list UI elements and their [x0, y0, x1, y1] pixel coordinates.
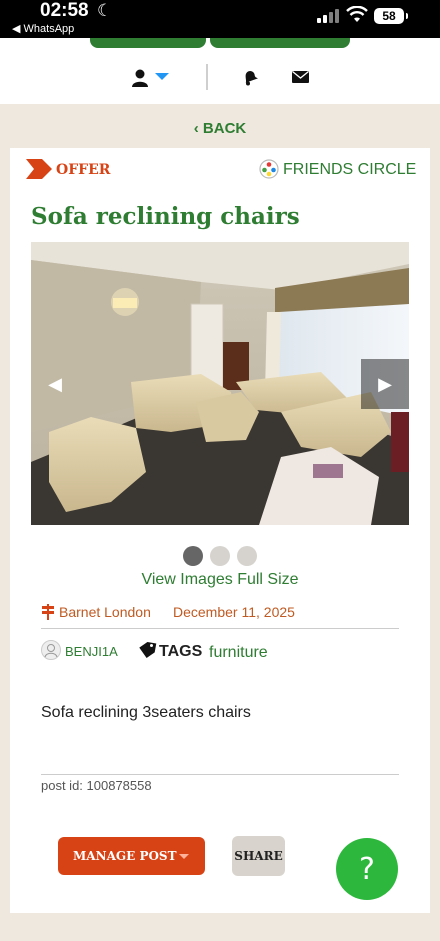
post-id: post id: 100878558 [41, 778, 152, 793]
battery-indicator: 58 [374, 8, 408, 24]
post-card: OFFER FRIENDS CIRCLE Sofa reclining chai… [10, 148, 430, 913]
divider [206, 64, 208, 90]
top-header [0, 38, 440, 104]
sofa-photo-image [31, 242, 409, 525]
help-button[interactable]: ? [336, 838, 398, 900]
moon-icon: ☾ [97, 1, 113, 20]
user-icon[interactable] [131, 69, 149, 87]
location-sign-icon [42, 604, 54, 620]
tag-link[interactable]: furniture [209, 644, 268, 662]
offer-arrow-icon [26, 159, 52, 179]
manage-post-label: MANAGE POST [73, 849, 177, 863]
wifi-icon [346, 6, 368, 22]
visibility-label: FRIENDS CIRCLE [283, 161, 417, 178]
status-time: 02:58 [40, 0, 89, 21]
chevron-down-icon [179, 854, 189, 859]
share-button[interactable]: SHARE [232, 836, 285, 876]
view-full-size-link[interactable]: View Images Full Size [10, 571, 430, 589]
chevron-down-icon[interactable] [155, 73, 169, 80]
back-link[interactable]: ‹ BACK [0, 120, 440, 137]
post-date: December 11, 2025 [173, 604, 295, 620]
gallery-next-button[interactable]: ▶ [361, 359, 409, 409]
mail-icon[interactable] [292, 71, 309, 83]
post-title: Sofa reclining chairs [31, 203, 300, 230]
header-green-button-right[interactable] [210, 38, 350, 48]
gallery-prev-button[interactable]: ◀ [31, 359, 79, 409]
gallery-dot-1[interactable] [183, 546, 203, 566]
gallery-dot-3[interactable] [237, 546, 257, 566]
gallery-dot-2[interactable] [210, 546, 230, 566]
manage-post-button[interactable]: MANAGE POST [58, 837, 205, 875]
avatar-person-icon [44, 644, 58, 658]
friends-circle-icon [259, 159, 279, 179]
tags-label: TAGS [159, 643, 203, 660]
signal-icon [317, 9, 341, 23]
divider [41, 628, 399, 629]
help-question-icon: ? [359, 851, 375, 887]
status-bar: 02:58 ☾ ◀ WhatsApp 58 [0, 0, 440, 38]
share-label: SHARE [234, 849, 283, 863]
header-green-button-left[interactable] [90, 38, 206, 48]
post-description: Sofa reclining 3seaters chairs [41, 704, 251, 721]
post-photo[interactable]: ◀ ▶ [31, 242, 409, 525]
post-location[interactable]: Barnet London [59, 604, 151, 620]
avatar[interactable] [41, 640, 61, 660]
post-author[interactable]: BENJI1A [65, 644, 118, 659]
back-to-app-link[interactable]: ◀ WhatsApp [12, 22, 74, 35]
bell-icon[interactable] [241, 68, 259, 86]
tag-icon [139, 641, 157, 659]
post-type-label: OFFER [56, 162, 111, 178]
divider [41, 774, 399, 775]
